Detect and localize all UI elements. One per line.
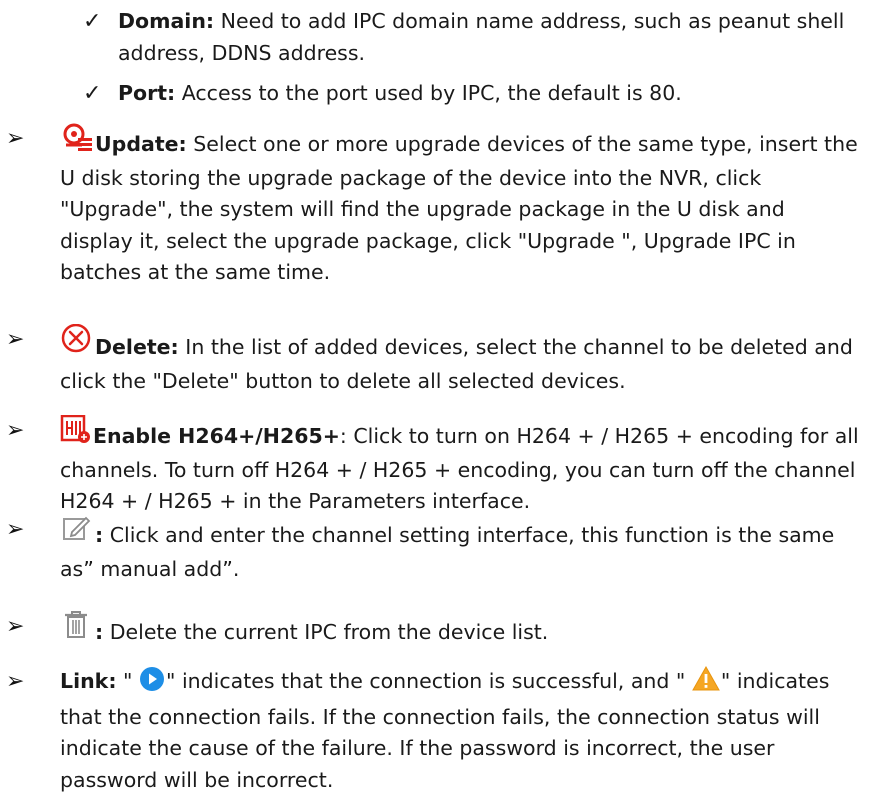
manual-page: ✓ Domain: Need to add IPC domain name ad… (0, 0, 893, 792)
edit-icon (60, 514, 94, 554)
desc-port: Access to the port used by IPC, the defa… (181, 81, 682, 105)
arrow-bullet-icon: ➢ (6, 126, 25, 151)
arrow-bullet-icon: ➢ (6, 418, 25, 443)
term-trash: : (95, 620, 104, 644)
update-icon (60, 123, 94, 163)
arrow-bullet-icon: ➢ (6, 614, 25, 639)
term-edit: : (95, 523, 104, 547)
term-update: Update: (95, 132, 187, 156)
link-desc-part1: " (123, 669, 133, 693)
term-link: Link: (60, 669, 117, 693)
h264-plus-icon (60, 414, 92, 455)
term-domain: Domain: (118, 9, 215, 33)
term-delete: Delete: (95, 335, 179, 359)
arrow-bullet-icon: ➢ (6, 517, 25, 542)
checkmark-icon: ✓ (83, 9, 102, 34)
play-connected-icon (139, 666, 165, 702)
term-port: Port: (118, 81, 176, 105)
desc-delete: In the list of added devices, select the… (60, 335, 853, 393)
delete-circle-icon (60, 323, 94, 366)
warning-icon (692, 665, 720, 702)
desc-edit: Click and enter the channel setting inte… (60, 523, 835, 581)
checkmark-icon: ✓ (83, 81, 102, 106)
desc-domain: Need to add IPC domain name address, suc… (118, 9, 845, 65)
link-desc-part2: " indicates that the connection is succe… (166, 669, 686, 693)
trash-icon (60, 611, 94, 651)
arrow-bullet-icon: ➢ (6, 327, 25, 352)
term-enable-h264: Enable H264+/H265+ (93, 424, 340, 448)
desc-trash: Delete the current IPC from the device l… (103, 620, 549, 644)
arrow-bullet-icon: ➢ (6, 669, 25, 694)
